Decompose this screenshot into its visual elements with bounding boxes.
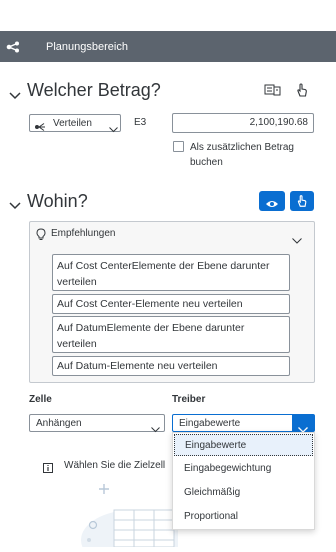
empty-state-illustration	[78, 480, 185, 552]
recommendation-item[interactable]: Auf Cost Center-Elemente neu verteilen	[52, 294, 290, 314]
info-icon	[43, 460, 53, 473]
cell-select-value: Anhängen	[36, 418, 82, 429]
header-title: Planungsbereich	[46, 41, 128, 53]
chevron-down-icon	[151, 420, 160, 433]
driver-label: Treiber	[172, 394, 206, 405]
method-select[interactable]: Verteilen	[29, 114, 121, 133]
option-label: Eingabegewichtung	[184, 463, 272, 474]
chevron-down-icon[interactable]	[292, 231, 302, 244]
driver-select-value: Eingabewerte	[179, 418, 241, 429]
distribute-icon	[34, 119, 47, 131]
chevron-down-icon	[109, 120, 118, 133]
eye-icon	[265, 196, 279, 207]
option-label: Proportional	[184, 511, 238, 522]
preview-button[interactable]	[259, 191, 285, 211]
select-target-button[interactable]	[290, 191, 314, 211]
collapse-target-chevron-icon[interactable]	[9, 197, 21, 210]
recommendations-title: Empfehlungen	[51, 228, 116, 239]
driver-dropdown-toggle[interactable]	[292, 415, 314, 433]
dropdown-option[interactable]: Gleichmäßig	[174, 482, 313, 504]
recommendations-panel: Empfehlungen Auf Cost CenterElemente der…	[29, 221, 315, 383]
recommendation-item[interactable]: Auf Datum-Elemente neu verteilen	[52, 356, 290, 376]
target-section-title: Wohin?	[27, 191, 88, 211]
additional-amount-checkbox[interactable]	[173, 141, 184, 152]
dropdown-option-selected[interactable]: Eingabewerte	[174, 434, 313, 456]
recommendation-item[interactable]: Auf DatumElemente der Ebene darunter ver…	[52, 316, 290, 353]
amount-input[interactable]: 2,100,190.68	[172, 113, 314, 133]
panel-header: Planungsbereich	[0, 31, 336, 62]
field-label-e3: E3	[134, 117, 147, 128]
calculator-icon[interactable]	[264, 83, 282, 97]
amount-section-title: Welcher Betrag?	[27, 80, 161, 100]
lightbulb-icon	[36, 228, 46, 241]
hand-pointer-icon[interactable]	[294, 82, 310, 98]
chevron-down-icon	[298, 420, 308, 433]
top-strip	[0, 0, 336, 30]
collapse-amount-chevron-icon[interactable]	[9, 87, 21, 100]
cell-label: Zelle	[29, 394, 52, 405]
driver-options-list: Eingabewerte Eingabegewichtung Gleichmäß…	[172, 432, 315, 530]
dropdown-option[interactable]: Proportional	[174, 506, 313, 528]
option-label: Gleichmäßig	[184, 487, 241, 498]
hand-pointer-icon	[295, 194, 309, 208]
share-icon[interactable]	[6, 40, 20, 53]
dropdown-option[interactable]: Eingabegewichtung	[174, 458, 313, 480]
recommendation-item[interactable]: Auf Cost CenterElemente der Ebene darunt…	[52, 254, 290, 291]
driver-select[interactable]: Eingabewerte	[172, 414, 315, 433]
option-label: Eingabewerte	[185, 440, 247, 451]
info-text: Wählen Sie die Zielzell	[64, 460, 166, 471]
additional-amount-label: Als zusätzlichen Betrag buchen	[190, 142, 294, 168]
method-select-value: Verteilen	[53, 118, 92, 129]
cell-select[interactable]: Anhängen	[29, 414, 165, 433]
